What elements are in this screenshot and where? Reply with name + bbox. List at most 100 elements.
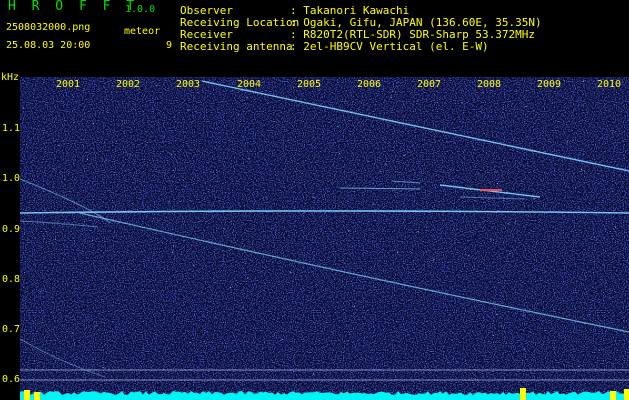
noise-speckle: [203, 300, 205, 302]
x-tick-label: 2002: [116, 79, 141, 90]
signal-hotspot: [480, 189, 502, 191]
noise-speckle: [507, 172, 509, 174]
noise-speckle: [445, 355, 447, 357]
noise-speckle: [548, 345, 550, 347]
noise-speckle: [531, 371, 533, 373]
noise-speckle: [407, 215, 409, 217]
noise-speckle: [593, 134, 595, 136]
noise-speckle: [550, 330, 552, 332]
noise-speckle: [176, 292, 177, 294]
noise-speckle: [290, 272, 292, 273]
noise-speckle: [25, 169, 27, 171]
noise-speckle: [504, 290, 506, 292]
noise-speckle: [590, 318, 592, 320]
noise-speckle: [321, 191, 322, 193]
noise-speckle: [82, 160, 84, 162]
noise-speckle: [86, 187, 88, 189]
spectrogram-plot[interactable]: [20, 77, 629, 400]
noise-speckle: [82, 262, 84, 264]
noise-speckle: [510, 264, 511, 266]
level-peak: [624, 389, 629, 400]
noise-speckle: [527, 125, 529, 127]
noise-speckle: [492, 154, 494, 156]
noise-speckle: [206, 148, 208, 150]
noise-speckle: [154, 347, 155, 349]
noise-speckle: [387, 79, 389, 81]
noise-speckle: [485, 114, 487, 116]
noise-speckle: [311, 117, 313, 119]
noise-speckle: [531, 235, 533, 237]
noise-speckle: [450, 314, 452, 316]
noise-speckle: [189, 341, 191, 343]
noise-speckle: [90, 336, 92, 337]
noise-speckle: [337, 126, 339, 128]
noise-speckle: [508, 200, 510, 202]
antenna-label: Receiving antenna: [180, 40, 293, 53]
noise-speckle: [414, 223, 416, 225]
noise-speckle: [594, 236, 595, 238]
noise-speckle: [280, 100, 281, 102]
noise-speckle: [329, 295, 330, 297]
noise-speckle: [25, 296, 26, 298]
noise-speckle: [615, 302, 617, 304]
noise-speckle: [423, 296, 425, 298]
noise-speckle: [62, 195, 64, 197]
noise-speckle: [571, 259, 573, 261]
noise-speckle: [92, 239, 94, 241]
noise-speckle: [485, 329, 487, 331]
noise-speckle: [400, 348, 402, 350]
noise-speckle: [545, 248, 547, 250]
noise-speckle: [135, 222, 137, 224]
noise-speckle: [462, 117, 464, 119]
noise-speckle: [375, 310, 377, 312]
noise-speckle: [419, 333, 421, 335]
noise-speckle: [335, 161, 337, 163]
noise-speckle: [594, 346, 596, 348]
level-peak: [520, 388, 526, 400]
noise-speckle: [467, 364, 469, 366]
noise-speckle: [581, 169, 583, 171]
noise-speckle: [599, 234, 601, 236]
noise-speckle: [350, 82, 352, 84]
noise-speckle: [141, 204, 143, 206]
noise-speckle: [87, 87, 89, 89]
noise-speckle: [266, 270, 268, 272]
noise-speckle: [479, 223, 481, 225]
noise-speckle: [218, 135, 220, 137]
noise-speckle: [397, 82, 399, 84]
noise-speckle: [31, 164, 33, 166]
noise-speckle: [97, 305, 99, 306]
noise-speckle: [125, 342, 127, 343]
noise-speckle: [173, 293, 175, 295]
noise-speckle: [586, 360, 588, 362]
noise-speckle: [156, 221, 158, 223]
noise-speckle: [111, 331, 113, 332]
noise-speckle: [451, 144, 453, 146]
noise-speckle: [55, 238, 57, 240]
noise-speckle: [87, 316, 89, 318]
noise-speckle: [213, 190, 215, 192]
noise-speckle: [427, 144, 428, 146]
noise-speckle: [154, 287, 156, 289]
noise-speckle: [377, 253, 379, 255]
noise-speckle: [623, 315, 625, 317]
noise-speckle: [149, 279, 151, 281]
noise-speckle: [57, 270, 59, 272]
noise-speckle: [195, 323, 197, 325]
noise-speckle: [418, 100, 419, 102]
y-tick-label: 1.0: [2, 173, 21, 184]
noise-speckle: [270, 234, 272, 236]
noise-speckle: [91, 236, 92, 237]
noise-speckle: [244, 218, 246, 220]
noise-speckle: [418, 135, 420, 137]
noise-speckle: [219, 148, 220, 150]
noise-speckle: [219, 118, 220, 119]
noise-speckle: [89, 152, 91, 154]
noise-speckle: [500, 116, 502, 118]
noise-speckle: [223, 166, 225, 168]
noise-speckle: [380, 343, 382, 345]
noise-speckle: [39, 364, 41, 366]
noise-speckle: [558, 273, 559, 275]
noise-speckle: [471, 251, 473, 253]
noise-speckle: [246, 215, 248, 216]
